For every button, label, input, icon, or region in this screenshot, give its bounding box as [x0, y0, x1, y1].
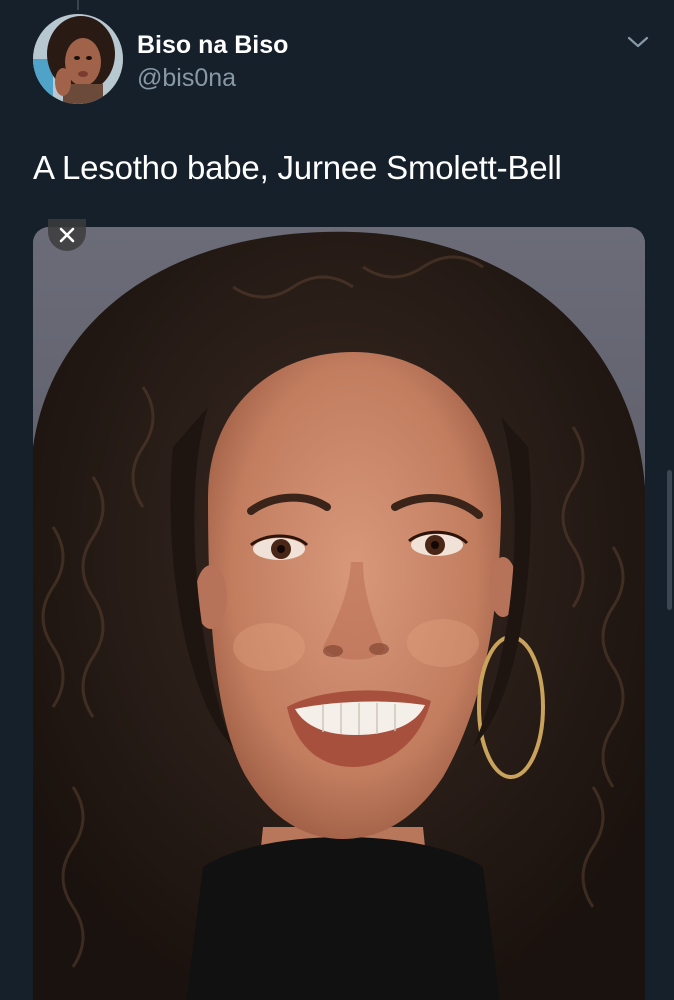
tweet-text: A Lesotho babe, Jurnee Smolett-Bell	[33, 149, 562, 186]
display-name[interactable]: Biso na Biso	[137, 30, 288, 60]
avatar[interactable]	[33, 14, 123, 104]
user-handle[interactable]: @bis0na	[137, 63, 236, 93]
chevron-down-icon[interactable]	[624, 32, 652, 52]
tweet-container: Biso na Biso @bis0na A Lesotho babe, Jur…	[0, 0, 674, 1000]
tweet-photo[interactable]	[33, 227, 645, 1000]
thread-connector-line	[77, 0, 79, 10]
scrollbar-thumb[interactable]	[667, 470, 672, 610]
